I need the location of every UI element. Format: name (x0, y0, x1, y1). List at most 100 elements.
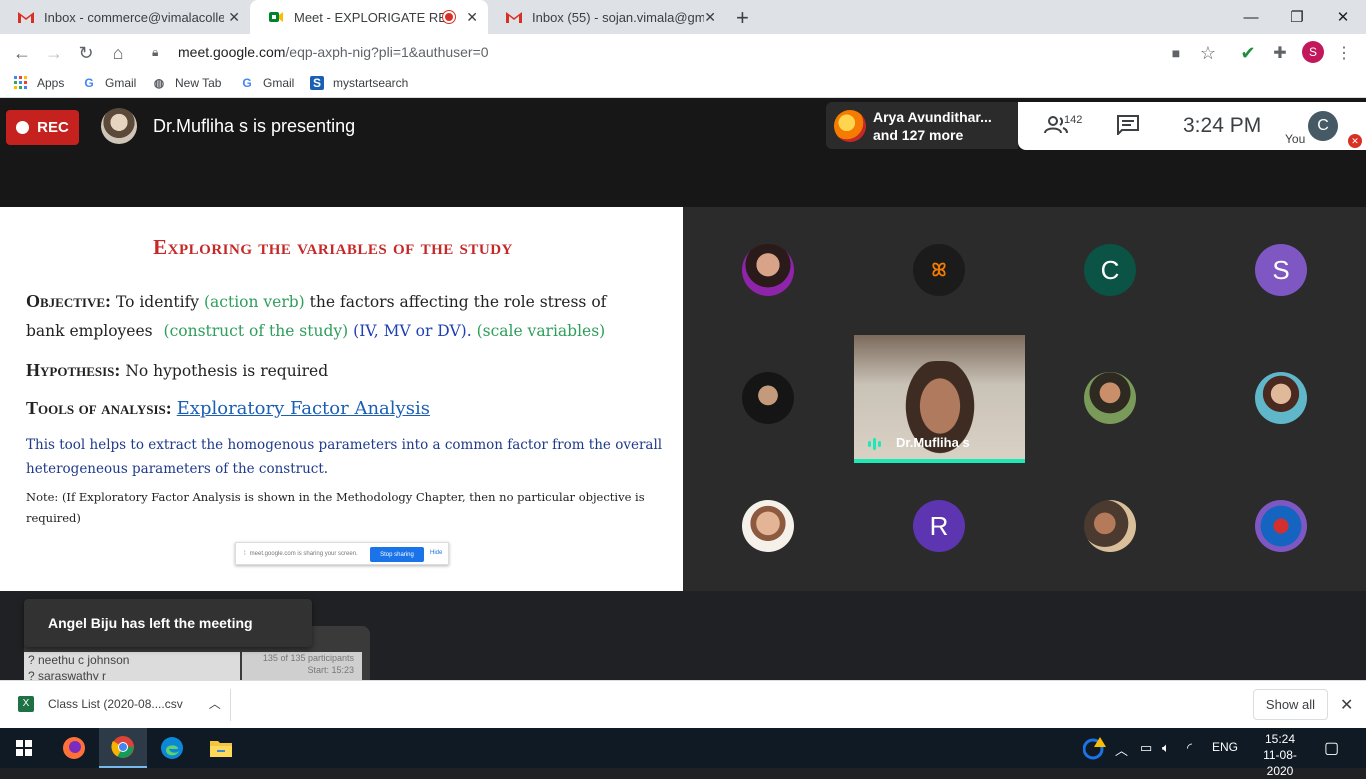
edge-icon[interactable] (148, 728, 196, 768)
objective-note: (construct of the study) (163, 322, 349, 340)
taskbar-time: 15:24 (1264, 732, 1296, 746)
speaking-indicator-icon (868, 438, 881, 450)
battery-icon[interactable]: ▭ (1140, 740, 1152, 756)
chat-icon[interactable] (1117, 115, 1139, 140)
mic-off-icon: ✕ (1348, 134, 1362, 148)
chrome-icon[interactable] (99, 728, 147, 768)
restore-icon[interactable]: ❐ (1274, 0, 1320, 34)
close-tab-icon[interactable]: ✕ (704, 9, 716, 26)
presented-slide: Exploring the variables of the study Obj… (0, 207, 683, 591)
notifications-icon[interactable]: ▢ (1324, 738, 1339, 758)
camera-blocked-icon[interactable]: ■ (1162, 39, 1190, 67)
desc-line-1: This tool helps to extract the homogenou… (26, 437, 663, 453)
close-tab-icon[interactable]: ✕ (466, 9, 478, 26)
attendance-start: Start: 15:23 (307, 665, 354, 675)
bookmark-gmail[interactable]: G Gmail (82, 76, 136, 90)
meet-stage: REC Dr.Mufliha s is presenting Arya Avun… (0, 98, 1366, 680)
bookmark-apps[interactable]: Apps (14, 76, 64, 90)
recording-indicator-icon (443, 11, 455, 23)
home-icon[interactable]: ⌂ (104, 39, 132, 67)
objective-note: (scale variables) (476, 322, 606, 340)
file-explorer-icon[interactable] (197, 728, 245, 768)
objective-text: the factors affecting the role stress of (309, 293, 607, 311)
show-all-button[interactable]: Show all (1253, 689, 1328, 720)
note-line-1: Note: (If Exploratory Factor Analysis is… (26, 490, 645, 504)
participant-avatar[interactable]: ꕤ (913, 244, 965, 296)
hypothesis-label: Hypothesis: (26, 360, 121, 380)
excel-file-icon: X (18, 695, 34, 712)
participant-avatar-s[interactable]: S (1255, 244, 1307, 296)
google-g-icon: G (242, 76, 252, 90)
attendance-row: ? saraswathy r (28, 669, 107, 680)
firefox-icon[interactable] (50, 728, 98, 768)
profile-avatar[interactable]: S (1302, 41, 1324, 63)
bookmark-gmail-2[interactable]: G Gmail (240, 76, 294, 90)
objective-label: Objective: (26, 291, 112, 311)
participant-avatar[interactable] (742, 244, 794, 296)
objective-text: bank employees (26, 322, 153, 340)
checkmark-extension-icon[interactable]: ✔ (1234, 39, 1262, 67)
new-tab-button[interactable]: + (736, 5, 749, 31)
participant-avatar-c[interactable]: C (1084, 244, 1136, 296)
presenting-text: Dr.Mufliha s is presenting (153, 116, 356, 136)
downloads-bar: X Class List (2020-08....csv ︿ Show all … (0, 680, 1366, 728)
show-hidden-icons-icon[interactable]: ︿ (1115, 740, 1128, 759)
share-bar-text: meet.google.com is sharing your screen. (249, 550, 358, 557)
joiners-notification[interactable]: Arya Avundithar... and 127 more (826, 102, 1018, 149)
extensions-icon[interactable]: ✚ (1266, 39, 1294, 67)
hypothesis-line: Hypothesis: No hypothesis is required (26, 360, 328, 381)
close-window-icon[interactable]: ✕ (1320, 0, 1366, 34)
tab-meet[interactable]: Meet - EXPLORIGATE RESEAR ✕ (250, 0, 488, 34)
tab-inbox-commerce[interactable]: Inbox - commerce@vimalacolleg ✕ (0, 0, 250, 34)
menu-icon[interactable]: ⋮ (1330, 39, 1358, 67)
participant-avatar[interactable] (1084, 372, 1136, 424)
participant-avatar[interactable] (742, 500, 794, 552)
url-path: /eqp-axph-nig?pli=1&authuser=0 (285, 44, 489, 60)
address-bar[interactable]: 🔒︎ meet.google.com/eqp-axph-nig?pli=1&au… (140, 38, 1230, 66)
download-item[interactable]: X Class List (2020-08....csv ︿ (18, 695, 221, 712)
participant-avatar[interactable] (1255, 500, 1307, 552)
hypothesis-text: No hypothesis is required (125, 362, 329, 380)
browser-toolbar: ← → ↻ ⌂ 🔒︎ meet.google.com/eqp-axph-nig?… (0, 34, 1366, 70)
apps-grid-icon (14, 76, 28, 90)
participant-avatar[interactable] (742, 372, 794, 424)
browser-tab-strip: Inbox - commerce@vimalacolleg ✕ Meet - E… (0, 0, 1366, 34)
stop-sharing-button[interactable]: Stop sharing (370, 547, 424, 562)
active-speaker-tile[interactable]: Dr.Mufliha s (854, 335, 1025, 463)
rec-label: REC (37, 119, 69, 136)
attendance-list: ? neethu c johnson ? saraswathy r (24, 652, 240, 680)
tools-link[interactable]: Exploratory Factor Analysis (177, 398, 430, 419)
back-icon[interactable]: ← (8, 39, 36, 67)
participant-avatar[interactable] (1255, 372, 1307, 424)
bookmark-label: Apps (37, 76, 65, 90)
participant-grid: ꕤ C S Dr.Mufliha s R (683, 207, 1366, 591)
gmail-icon (506, 9, 522, 25)
joiner-avatar (834, 110, 866, 142)
language-indicator[interactable]: ENG (1212, 740, 1238, 754)
taskbar-clock[interactable]: 15:24 11-08-2020 (1253, 731, 1307, 779)
reload-icon[interactable]: ↻ (72, 39, 100, 67)
joiners-line1: Arya Avundithar... (873, 109, 992, 125)
forward-icon[interactable]: → (40, 39, 68, 67)
volume-icon[interactable]: 🔈︎ (1162, 740, 1170, 756)
self-label: You (1285, 132, 1306, 146)
speaker-name: Dr.Mufliha s (896, 435, 970, 450)
note-line-2: required) (26, 511, 81, 525)
lock-icon: 🔒︎ (152, 44, 159, 59)
hide-share-bar-link[interactable]: Hide (430, 550, 442, 556)
participant-avatar-r[interactable]: R (913, 500, 965, 552)
chevron-up-icon[interactable]: ︿ (209, 695, 221, 712)
close-downloads-icon[interactable]: ✕ (1340, 695, 1353, 715)
self-avatar[interactable]: C (1308, 111, 1338, 141)
minimize-icon[interactable]: — (1228, 0, 1274, 34)
tab-inbox-sojan[interactable]: Inbox (55) - sojan.vimala@gmail. ✕ (488, 0, 726, 34)
update-warning-icon[interactable] (1082, 736, 1107, 763)
bookmark-new-tab[interactable]: ◍ New Tab (152, 76, 222, 90)
bookmark-star-icon[interactable]: ☆ (1194, 39, 1222, 67)
wifi-icon[interactable]: ◜ (1187, 740, 1192, 756)
bookmark-mystartsearch[interactable]: S mystartsearch (310, 76, 408, 90)
recording-badge: REC (6, 110, 79, 145)
windows-start-icon[interactable] (0, 728, 48, 768)
close-tab-icon[interactable]: ✕ (228, 9, 240, 26)
participant-avatar[interactable] (1084, 500, 1136, 552)
